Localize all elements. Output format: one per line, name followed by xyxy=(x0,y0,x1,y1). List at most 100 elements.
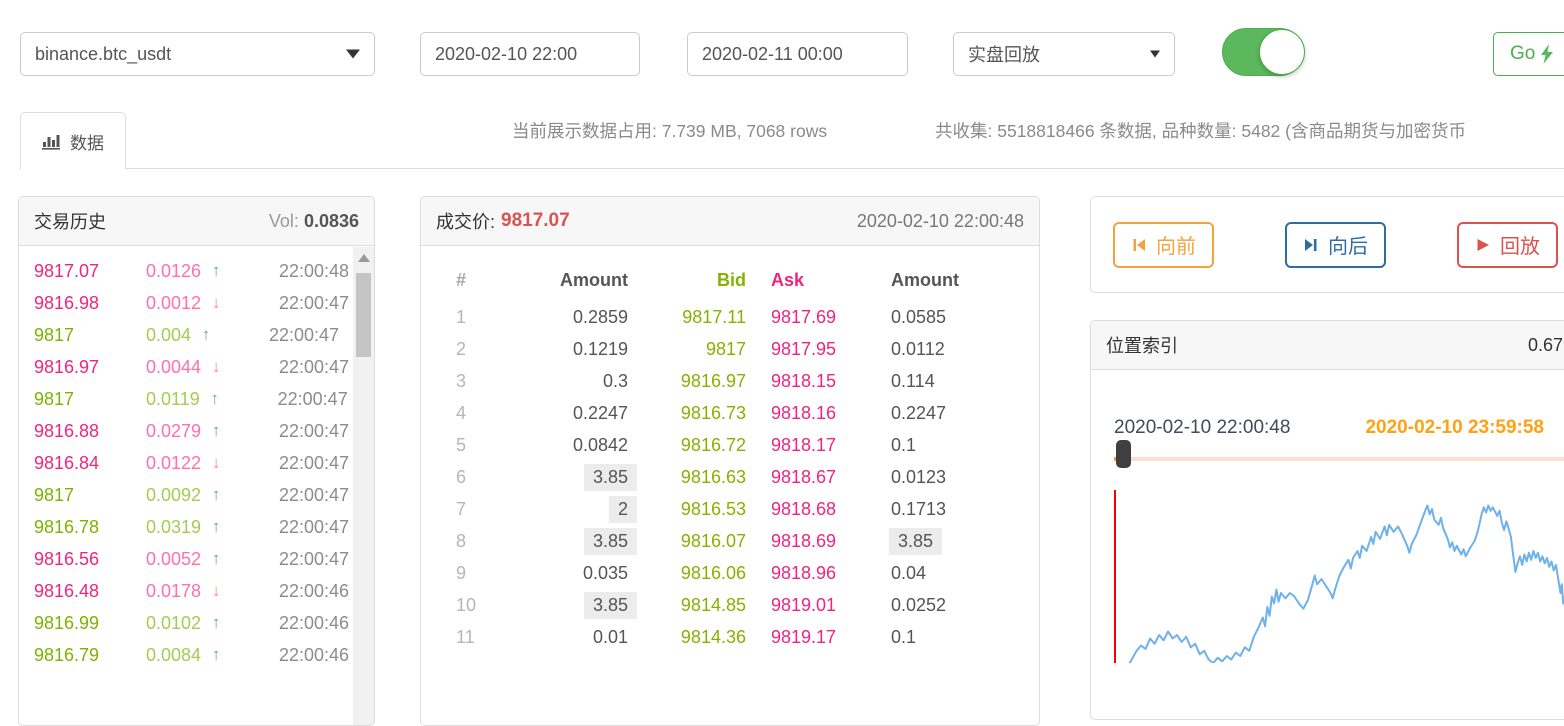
trade-price: 9817 xyxy=(34,325,146,346)
position-cursor-line xyxy=(1114,490,1116,663)
volume-value: 0.0836 xyxy=(304,211,359,231)
bid-price: 9816.73 xyxy=(628,403,746,424)
ask-amount: 0.114 xyxy=(891,371,1039,392)
trade-price: 9816.97 xyxy=(34,357,146,378)
start-time-input[interactable] xyxy=(420,32,640,76)
skip-forward-icon xyxy=(1303,237,1319,253)
trade-time: 22:00:46 xyxy=(231,645,349,666)
trade-list-scrollbar[interactable] xyxy=(353,247,374,725)
trade-row: 9817 0.0119 ↑ 22:00:47 xyxy=(19,383,374,415)
bid-price: 9814.36 xyxy=(628,627,746,648)
trade-time: 22:00:47 xyxy=(231,421,349,442)
bid-amount: 0.2247 xyxy=(486,403,628,424)
row-index: 8 xyxy=(456,531,486,552)
bid-amount: 0.01 xyxy=(486,627,628,648)
bid-price: 9816.53 xyxy=(628,499,746,520)
trade-price: 9817.07 xyxy=(34,261,146,282)
trade-time: 22:00:46 xyxy=(231,581,349,602)
bid-price: 9817 xyxy=(628,339,746,360)
trade-amount: 0.0084 xyxy=(146,645,201,666)
row-index: 3 xyxy=(456,371,486,392)
go-button[interactable]: Go xyxy=(1493,32,1564,76)
skip-back-icon xyxy=(1131,237,1147,253)
bid-amount: 2 xyxy=(486,496,637,523)
caret-down-icon xyxy=(1150,51,1160,58)
replay-label: 回放 xyxy=(1500,230,1540,259)
position-index-header: 位置索引 0.679 % xyxy=(1091,321,1564,370)
position-slider-handle[interactable] xyxy=(1116,440,1131,468)
row-index: 1 xyxy=(456,307,486,328)
ask-amount: 0.0112 xyxy=(891,339,1039,360)
position-percent: 0.679 % xyxy=(1528,335,1564,356)
row-index: 5 xyxy=(456,435,486,456)
ask-price: 9818.17 xyxy=(771,435,891,456)
position-slider-track[interactable] xyxy=(1122,457,1564,461)
trade-direction-arrow-icon: ↓ xyxy=(201,357,231,377)
ask-amount: 0.2247 xyxy=(891,403,1039,424)
ask-amount: 0.04 xyxy=(891,563,1039,584)
trade-history-title: 交易历史 xyxy=(34,208,106,234)
row-index: 10 xyxy=(456,595,486,616)
position-index-panel: 位置索引 0.679 % 2020-02-10 22:00:48 2020-02… xyxy=(1090,320,1564,720)
symbol-select-value: binance.btc_usdt xyxy=(35,44,171,65)
bid-amount: 0.0842 xyxy=(486,435,628,456)
trade-row: 9817 0.0092 ↑ 22:00:47 xyxy=(19,479,374,511)
toggle-knob[interactable] xyxy=(1259,29,1305,75)
replay-toggle[interactable] xyxy=(1222,28,1304,76)
order-book-row: 11 0.01 9814.36 9819.17 0.1 xyxy=(421,621,1039,653)
lightning-icon xyxy=(1540,44,1554,64)
price-sparkline xyxy=(1114,488,1564,663)
bid-amount: 0.3 xyxy=(486,371,628,392)
caret-down-icon xyxy=(346,50,360,59)
trade-direction-arrow-icon: ↑ xyxy=(201,645,231,665)
trade-price: 9816.99 xyxy=(34,613,146,634)
ask-amount: 0.0585 xyxy=(891,307,1039,328)
order-book-row: 10 3.85 9814.85 9819.01 0.0252 xyxy=(421,589,1039,621)
trade-time: 22:00:46 xyxy=(231,613,349,634)
trade-row: 9817 0.004 ↑ 22:00:47 xyxy=(19,319,374,351)
order-book-rows: 1 0.2859 9817.11 9817.69 0.0585 2 0.1219… xyxy=(421,301,1039,653)
order-book-row: 2 0.1219 9817 9817.95 0.0112 xyxy=(421,333,1039,365)
trade-amount: 0.004 xyxy=(146,325,191,346)
trade-row: 9816.97 0.0044 ↓ 22:00:47 xyxy=(19,351,374,383)
order-book-header-row: # Amount Bid Ask Amount xyxy=(421,259,1039,301)
col-header-ask: Ask xyxy=(771,270,891,291)
collected-data-stat: 共收集: 5518818466 条数据, 品种数量: 5482 (含商品期货与加… xyxy=(935,118,1466,143)
step-back-button[interactable]: 向前 xyxy=(1113,222,1214,268)
trade-amount: 0.0092 xyxy=(146,485,201,506)
tab-data-label: 数据 xyxy=(70,129,104,154)
ask-price: 9817.95 xyxy=(771,339,891,360)
order-book-row: 9 0.035 9816.06 9818.96 0.04 xyxy=(421,557,1039,589)
bid-amount: 0.1219 xyxy=(486,339,628,360)
symbol-select[interactable]: binance.btc_usdt xyxy=(20,32,375,76)
bid-price: 9816.07 xyxy=(628,531,746,552)
trade-price: 9816.56 xyxy=(34,549,146,570)
trade-direction-arrow-icon: ↑ xyxy=(201,421,231,441)
tab-data[interactable]: 数据 xyxy=(20,112,126,170)
trade-amount: 0.0126 xyxy=(146,261,201,282)
trade-amount: 0.0319 xyxy=(146,517,201,538)
play-icon xyxy=(1475,237,1491,253)
col-header-bid-amount: Amount xyxy=(486,270,628,291)
replay-button[interactable]: 回放 xyxy=(1457,222,1558,268)
volume-label: Vol: xyxy=(269,211,299,231)
step-back-label: 向前 xyxy=(1156,230,1196,259)
scrollbar-thumb[interactable] xyxy=(356,273,371,357)
mode-select[interactable]: 实盘回放 xyxy=(953,32,1175,76)
bar-chart-icon xyxy=(42,133,61,150)
scroll-up-icon[interactable] xyxy=(353,247,374,269)
trade-amount: 0.0012 xyxy=(146,293,201,314)
bid-price: 9814.85 xyxy=(628,595,746,616)
trade-amount: 0.0279 xyxy=(146,421,201,442)
trade-time: 22:00:47 xyxy=(231,517,349,538)
trade-direction-arrow-icon: ↑ xyxy=(201,261,231,281)
end-time-input[interactable] xyxy=(687,32,908,76)
ask-price: 9819.17 xyxy=(771,627,891,648)
order-book-row: 1 0.2859 9817.11 9817.69 0.0585 xyxy=(421,301,1039,333)
last-price-value: 9817.07 xyxy=(501,210,570,232)
trade-direction-arrow-icon: ↓ xyxy=(201,581,231,601)
ask-price: 9818.67 xyxy=(771,467,891,488)
ask-amount: 0.0123 xyxy=(891,467,1039,488)
order-book-row: 8 3.85 9816.07 9818.69 3.85 xyxy=(421,525,1039,557)
step-forward-button[interactable]: 向后 xyxy=(1285,222,1386,268)
